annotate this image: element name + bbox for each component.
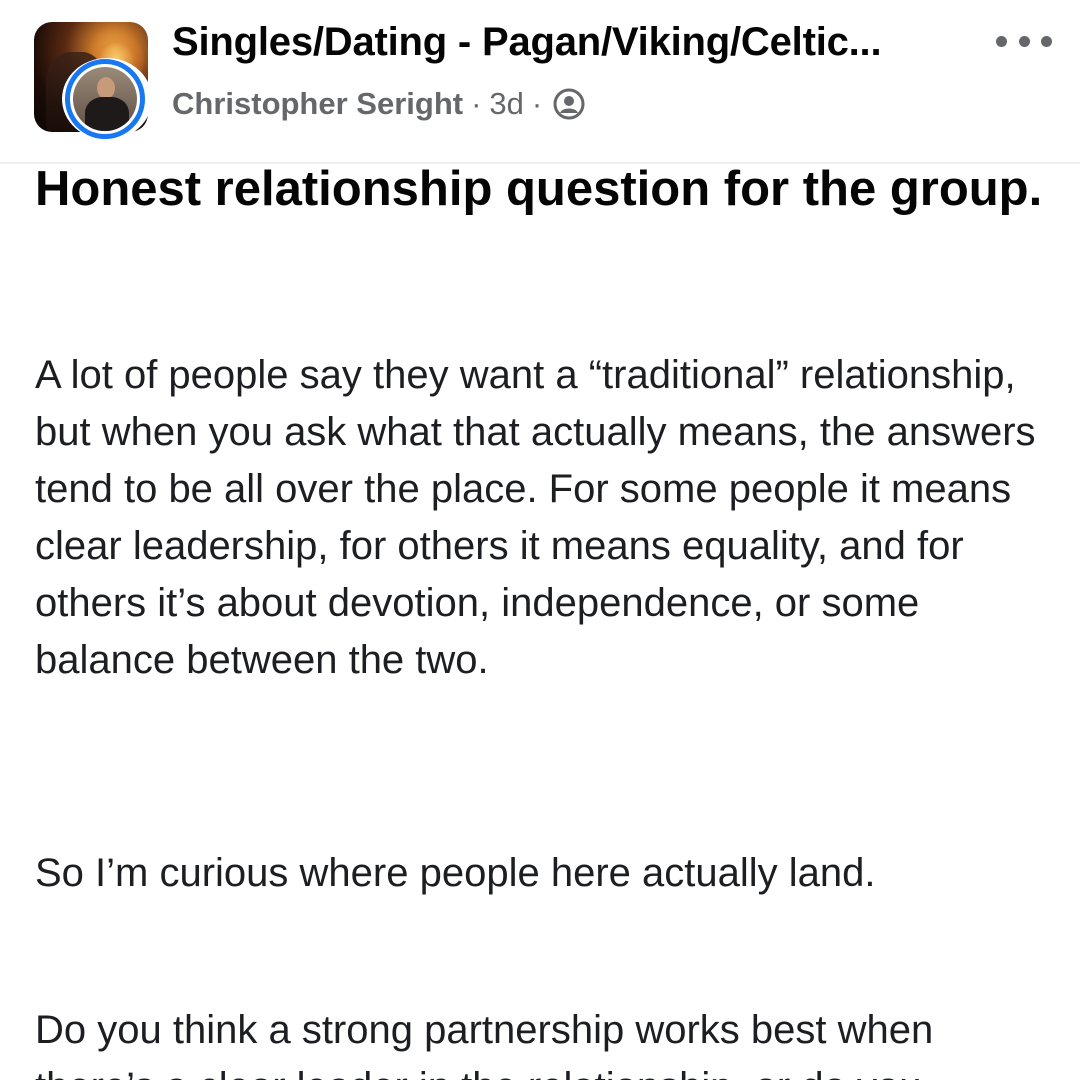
- group-name-link[interactable]: Singles/Dating - Pagan/Viking/Celtic...: [172, 20, 882, 65]
- more-dot: [996, 35, 1007, 47]
- author-photo-head: [97, 77, 115, 99]
- author-name-link[interactable]: Christopher Seright: [172, 86, 463, 122]
- post-header: Singles/Dating - Pagan/Viking/Celtic... …: [0, 0, 1080, 164]
- meta-separator-2: ·: [531, 86, 543, 121]
- post-time[interactable]: 3d: [489, 86, 523, 122]
- more-options-icon[interactable]: [996, 30, 1052, 52]
- post-paragraph: So I’m curious where people here actuall…: [35, 851, 876, 895]
- post-title: Honest relationship question for the gro…: [35, 162, 1043, 216]
- post-meta: Christopher Seright · 3d ·: [172, 84, 586, 124]
- meta-separator: ·: [471, 86, 482, 121]
- author-photo: [73, 67, 137, 131]
- post-paragraph: Do you think a strong partnership works …: [35, 1008, 934, 1080]
- more-dot: [1018, 35, 1030, 47]
- members-audience-icon: [553, 88, 585, 120]
- more-dot: [1041, 35, 1052, 47]
- author-avatar[interactable]: [62, 58, 152, 140]
- post-paragraph: A lot of people say they want a “traditi…: [35, 353, 1036, 682]
- author-photo-body: [85, 97, 129, 131]
